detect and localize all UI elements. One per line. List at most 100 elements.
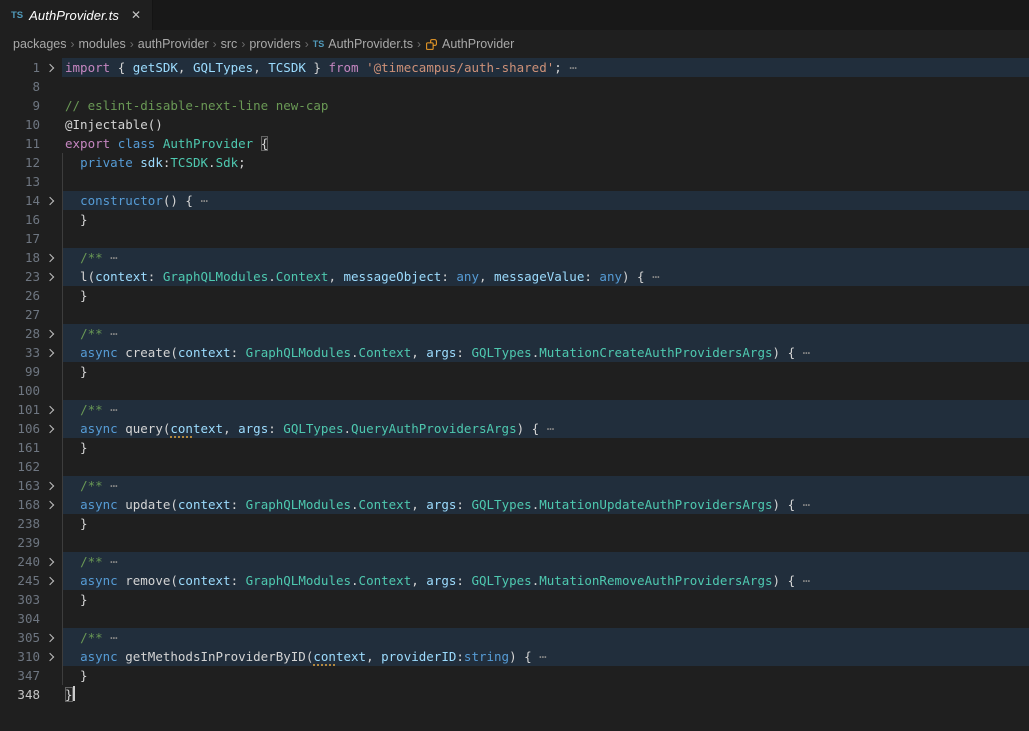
code-line-content[interactable] xyxy=(62,77,1029,96)
folded-code-ellipsis[interactable]: ⋯ xyxy=(795,573,810,588)
gutter[interactable]: 161 xyxy=(0,438,62,457)
fold-chevron-icon[interactable] xyxy=(40,198,62,204)
gutter[interactable]: 13 xyxy=(0,172,62,191)
gutter[interactable]: 14 xyxy=(0,191,62,210)
code-line-content[interactable]: async remove(context: GraphQLModules.Con… xyxy=(62,571,1029,590)
code-line-content[interactable]: } xyxy=(62,514,1029,533)
breadcrumb-item-src[interactable]: src xyxy=(221,37,238,51)
code-line-content[interactable]: /** ⋯ xyxy=(62,248,1029,267)
code-line-content[interactable]: } xyxy=(62,666,1029,685)
fold-chevron-icon[interactable] xyxy=(40,255,62,261)
fold-chevron-icon[interactable] xyxy=(40,274,62,280)
folded-code-ellipsis[interactable]: ⋯ xyxy=(539,421,554,436)
code-line-content[interactable]: // eslint-disable-next-line new-cap xyxy=(62,96,1029,115)
gutter[interactable]: 12 xyxy=(0,153,62,172)
folded-code-ellipsis[interactable]: ⋯ xyxy=(103,478,118,493)
fold-chevron-icon[interactable] xyxy=(40,654,62,660)
folded-code-ellipsis[interactable]: ⋯ xyxy=(103,402,118,417)
gutter[interactable]: 8 xyxy=(0,77,62,96)
code-line-content[interactable]: private sdk:TCSDK.Sdk; xyxy=(62,153,1029,172)
folded-code-ellipsis[interactable]: ⋯ xyxy=(562,60,577,75)
gutter[interactable]: 28 xyxy=(0,324,62,343)
code-line-content[interactable] xyxy=(62,381,1029,400)
code-line-content[interactable]: /** ⋯ xyxy=(62,476,1029,495)
fold-chevron-icon[interactable] xyxy=(40,65,62,71)
gutter[interactable]: 17 xyxy=(0,229,62,248)
code-line-content[interactable]: async query(context, args: GQLTypes.Quer… xyxy=(62,419,1029,438)
folded-code-ellipsis[interactable]: ⋯ xyxy=(645,269,660,284)
gutter[interactable]: 18 xyxy=(0,248,62,267)
gutter[interactable]: 168 xyxy=(0,495,62,514)
folded-code-ellipsis[interactable]: ⋯ xyxy=(103,250,118,265)
gutter[interactable]: 304 xyxy=(0,609,62,628)
gutter[interactable]: 33 xyxy=(0,343,62,362)
tab-authprovider[interactable]: TS AuthProvider.ts ✕ xyxy=(0,0,153,30)
code-line-content[interactable] xyxy=(62,457,1029,476)
gutter[interactable]: 10 xyxy=(0,115,62,134)
code-line-content[interactable]: async getMethodsInProviderByID(context, … xyxy=(62,647,1029,666)
code-line-content[interactable]: /** ⋯ xyxy=(62,628,1029,647)
fold-chevron-icon[interactable] xyxy=(40,331,62,337)
breadcrumb-item-authprovider[interactable]: AuthProvider xyxy=(425,37,514,51)
code-line-content[interactable]: import { getSDK, GQLTypes, TCSDK } from … xyxy=(62,58,1029,77)
code-line-content[interactable]: /** ⋯ xyxy=(62,400,1029,419)
gutter[interactable]: 101 xyxy=(0,400,62,419)
gutter[interactable]: 1 xyxy=(0,58,62,77)
code-editor[interactable]: 1import { getSDK, GQLTypes, TCSDK } from… xyxy=(0,58,1029,704)
folded-code-ellipsis[interactable]: ⋯ xyxy=(103,554,118,569)
gutter[interactable]: 238 xyxy=(0,514,62,533)
code-line-content[interactable]: async update(context: GraphQLModules.Con… xyxy=(62,495,1029,514)
breadcrumb-item-authprovider[interactable]: authProvider xyxy=(138,37,209,51)
fold-chevron-icon[interactable] xyxy=(40,502,62,508)
code-line-content[interactable]: } xyxy=(62,286,1029,305)
code-line-content[interactable]: } xyxy=(62,362,1029,381)
gutter[interactable]: 27 xyxy=(0,305,62,324)
code-line-content[interactable]: constructor() { ⋯ xyxy=(62,191,1029,210)
fold-chevron-icon[interactable] xyxy=(40,350,62,356)
breadcrumb-item-packages[interactable]: packages xyxy=(13,37,67,51)
gutter[interactable]: 106 xyxy=(0,419,62,438)
folded-code-ellipsis[interactable]: ⋯ xyxy=(103,326,118,341)
gutter[interactable]: 347 xyxy=(0,666,62,685)
code-line-content[interactable] xyxy=(62,229,1029,248)
code-line-content[interactable]: /** ⋯ xyxy=(62,552,1029,571)
fold-chevron-icon[interactable] xyxy=(40,578,62,584)
gutter[interactable]: 23 xyxy=(0,267,62,286)
fold-chevron-icon[interactable] xyxy=(40,407,62,413)
gutter[interactable]: 11 xyxy=(0,134,62,153)
folded-code-ellipsis[interactable]: ⋯ xyxy=(532,649,547,664)
gutter[interactable]: 348 xyxy=(0,685,62,704)
fold-chevron-icon[interactable] xyxy=(40,635,62,641)
folded-code-ellipsis[interactable]: ⋯ xyxy=(795,345,810,360)
gutter[interactable]: 310 xyxy=(0,647,62,666)
code-line-content[interactable] xyxy=(62,172,1029,191)
code-line-content[interactable]: l(context: GraphQLModules.Context, messa… xyxy=(62,267,1029,286)
gutter[interactable]: 162 xyxy=(0,457,62,476)
gutter[interactable]: 245 xyxy=(0,571,62,590)
breadcrumb-item-authprovider-ts[interactable]: TSAuthProvider.ts xyxy=(313,37,413,51)
code-line-content[interactable]: @Injectable() xyxy=(62,115,1029,134)
breadcrumb-item-providers[interactable]: providers xyxy=(249,37,300,51)
code-line-content[interactable] xyxy=(62,305,1029,324)
gutter[interactable]: 100 xyxy=(0,381,62,400)
folded-code-ellipsis[interactable]: ⋯ xyxy=(193,193,208,208)
code-line-content[interactable] xyxy=(62,609,1029,628)
code-line-content[interactable]: } xyxy=(62,438,1029,457)
folded-code-ellipsis[interactable]: ⋯ xyxy=(795,497,810,512)
gutter[interactable]: 16 xyxy=(0,210,62,229)
code-line-content[interactable]: /** ⋯ xyxy=(62,324,1029,343)
gutter[interactable]: 305 xyxy=(0,628,62,647)
code-line-content[interactable] xyxy=(62,533,1029,552)
gutter[interactable]: 99 xyxy=(0,362,62,381)
fold-chevron-icon[interactable] xyxy=(40,483,62,489)
close-tab-icon[interactable]: ✕ xyxy=(131,9,141,21)
gutter[interactable]: 239 xyxy=(0,533,62,552)
code-line-content[interactable]: } xyxy=(62,590,1029,609)
fold-chevron-icon[interactable] xyxy=(40,426,62,432)
breadcrumb-item-modules[interactable]: modules xyxy=(79,37,126,51)
code-line-content[interactable]: async create(context: GraphQLModules.Con… xyxy=(62,343,1029,362)
code-line-content[interactable]: export class AuthProvider { xyxy=(62,134,1029,153)
code-line-content[interactable]: } xyxy=(62,210,1029,229)
gutter[interactable]: 26 xyxy=(0,286,62,305)
folded-code-ellipsis[interactable]: ⋯ xyxy=(103,630,118,645)
